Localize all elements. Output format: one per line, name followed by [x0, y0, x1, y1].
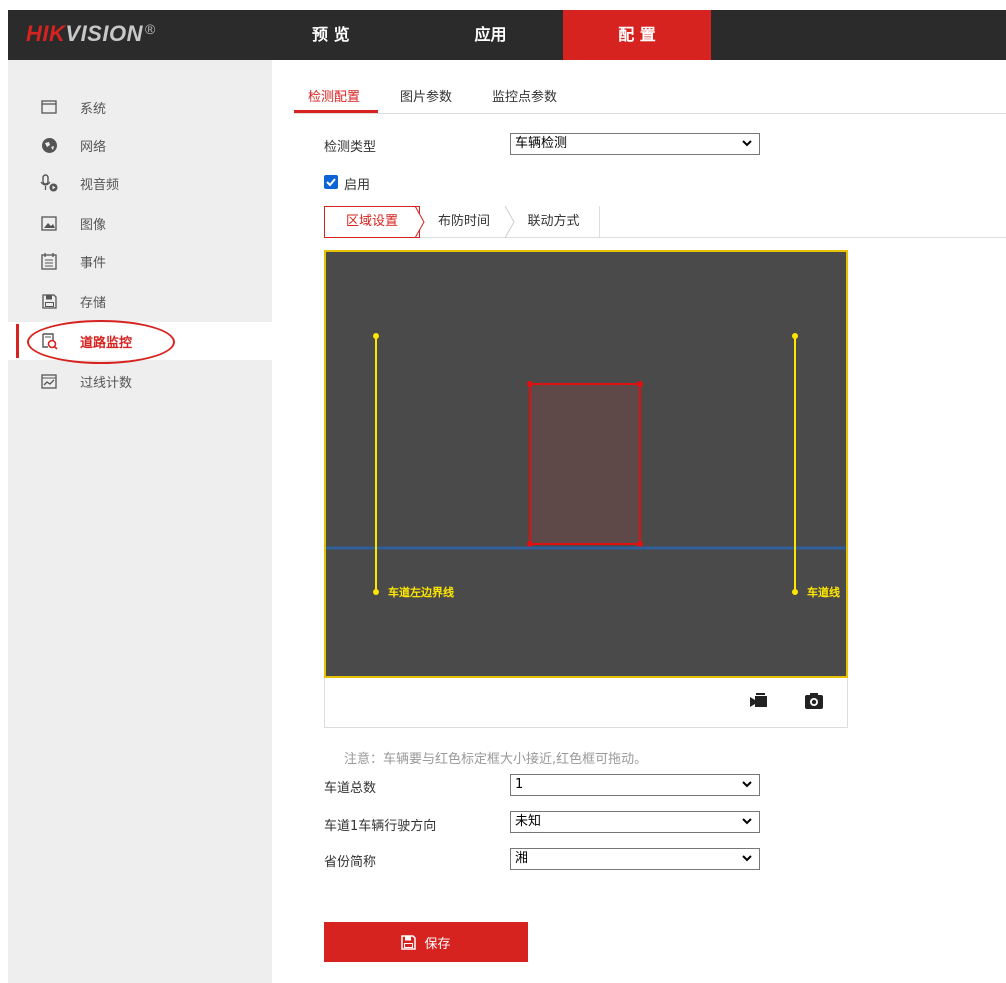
detection-box[interactable] [529, 383, 641, 545]
tab-picture-params[interactable]: 图片参数 [400, 86, 452, 105]
chevron-down-icon [742, 855, 752, 862]
config-tabs: 检测配置 图片参数 监控点参数 [294, 80, 1006, 114]
enable-checkbox[interactable] [324, 175, 338, 189]
mic-video-icon [40, 174, 58, 192]
sidebar-item-label: 图像 [80, 217, 107, 233]
lane-total-select[interactable]: 1 [510, 774, 760, 796]
video-camera-icon [750, 693, 767, 707]
sidebar-item-label: 事件 [80, 255, 107, 271]
box-handle [527, 541, 533, 547]
detect-type-select[interactable]: 车辆检测 [510, 133, 760, 155]
detect-type-label: 检测类型 [324, 140, 377, 155]
sidebar: 系统 网络 视音频 图像 事件 存储 道路监控 过线计数 [8, 60, 272, 983]
chevron-down-icon [742, 781, 752, 788]
chevron-down-icon [742, 818, 752, 825]
video-preview[interactable]: 车道左边界线 车道线 [324, 250, 848, 678]
main-nav: 预 览 应用 配 置 [268, 10, 711, 60]
sidebar-item-label: 视音频 [80, 177, 120, 193]
lane-handle [792, 589, 798, 595]
right-lane-label: 车道线 [807, 585, 840, 599]
save-button-label: 保存 [424, 936, 451, 952]
box-handle [527, 381, 533, 387]
top-bar: HIKVISION ® 预 览 应用 配 置 [8, 10, 1006, 60]
lane-handle [373, 333, 379, 339]
tab-monitor-point-params[interactable]: 监控点参数 [492, 86, 557, 105]
area-subtabs: 区域设置 布防时间 联动方式 [324, 206, 1006, 238]
sidebar-item-system[interactable]: 系统 [8, 88, 272, 126]
save-button[interactable]: 保存 [324, 922, 528, 962]
hikvision-logo: HIKVISION ® [26, 21, 156, 46]
sidebar-item-label: 网络 [80, 139, 107, 155]
lane1-direction-label: 车道1车辆行驶方向 [324, 819, 437, 834]
monitor-icon [40, 98, 58, 116]
highlight-ellipse [27, 320, 175, 364]
subtab-linkage[interactable]: 联动方式 [508, 206, 600, 238]
tab-detect-config[interactable]: 检测配置 [308, 86, 360, 105]
province-select[interactable]: 湘 [510, 848, 760, 870]
subtab-area[interactable]: 区域设置 [324, 206, 420, 238]
sidebar-item-label: 存储 [80, 295, 107, 311]
detection-overlay: 车道左边界线 车道线 [326, 333, 846, 599]
sidebar-item-audio-video[interactable]: 视音频 [8, 164, 272, 202]
sidebar-item-label: 过线计数 [80, 375, 133, 391]
lane-total-label: 车道总数 [324, 781, 377, 796]
sidebar-item-image[interactable]: 图像 [8, 204, 272, 242]
sidebar-item-storage[interactable]: 存储 [8, 282, 272, 320]
save-disk-icon [40, 292, 58, 310]
lane-handle [792, 333, 798, 339]
record-button[interactable] [749, 692, 771, 714]
lane-handle [373, 589, 379, 595]
chart-icon [40, 372, 58, 390]
province-label: 省份简称 [324, 855, 377, 870]
box-handle [637, 381, 643, 387]
save-disk-icon [401, 934, 417, 950]
box-handle [637, 541, 643, 547]
nav-config[interactable]: 配 置 [563, 10, 711, 60]
enable-label: 启用 [344, 178, 371, 193]
calendar-icon [40, 252, 58, 270]
left-lane-label: 车道左边界线 [388, 585, 454, 599]
lane-total-value: 1 [515, 777, 524, 792]
nav-preview[interactable]: 预 览 [268, 10, 388, 60]
hint-note: 注意：车辆要与红色标定框大小接近,红色框可拖动。 [344, 752, 648, 767]
active-tab-indicator [294, 110, 378, 113]
checkmark-icon [326, 178, 336, 187]
sidebar-item-line-count[interactable]: 过线计数 [8, 362, 272, 400]
video-toolbar [324, 678, 848, 728]
nav-apps[interactable]: 应用 [388, 10, 563, 60]
globe-icon [40, 136, 58, 154]
sidebar-item-label: 系统 [80, 101, 107, 117]
camera-icon [805, 693, 823, 709]
image-icon [40, 214, 58, 232]
chevron-down-icon [742, 140, 752, 147]
subtab-arming-time[interactable]: 布防时间 [420, 206, 508, 238]
sidebar-item-network[interactable]: 网络 [8, 126, 272, 164]
lane1-direction-value: 未知 [515, 814, 542, 829]
detect-type-value: 车辆检测 [515, 136, 568, 151]
lane1-direction-select[interactable]: 未知 [510, 811, 760, 833]
snapshot-button[interactable] [804, 692, 826, 714]
province-value: 湘 [515, 851, 529, 866]
sidebar-item-event[interactable]: 事件 [8, 242, 272, 280]
